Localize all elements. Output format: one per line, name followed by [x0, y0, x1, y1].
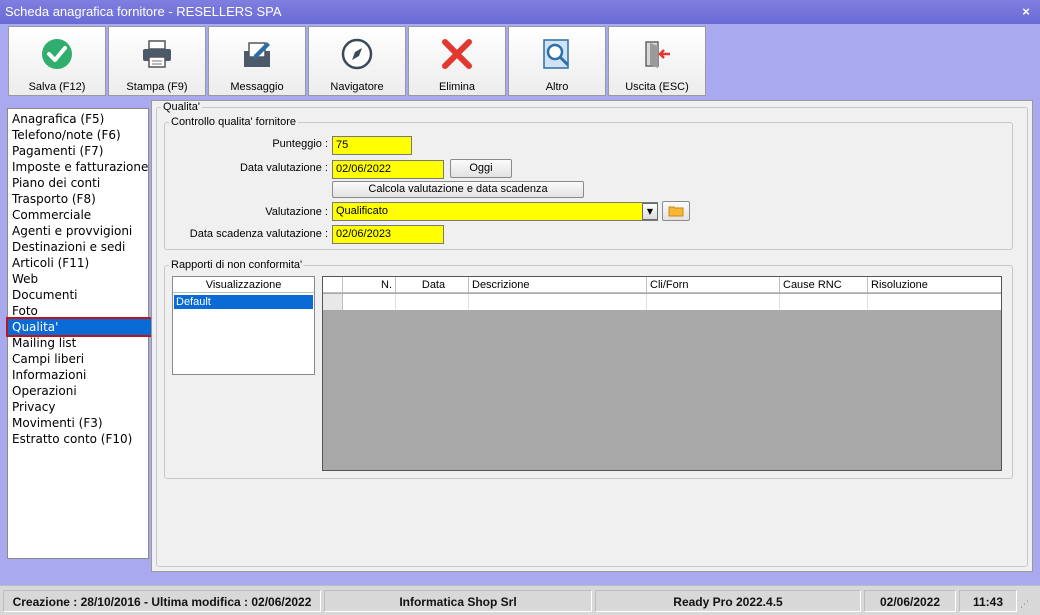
- today-button[interactable]: Oggi: [450, 159, 512, 178]
- message-icon: [236, 33, 278, 75]
- expiry-label: Data scadenza valutazione :: [189, 228, 328, 240]
- message-button[interactable]: Messaggio: [208, 26, 306, 96]
- close-icon[interactable]: ×: [1018, 4, 1034, 20]
- row-selector-cell[interactable]: [323, 294, 343, 310]
- status-time: 11:43: [959, 590, 1017, 612]
- delete-button[interactable]: Elimina: [408, 26, 506, 96]
- quality-group-title: Qualita': [163, 101, 200, 113]
- col-cli-forn[interactable]: Cli/Forn: [647, 277, 780, 293]
- resize-grip-icon[interactable]: ⋰: [1020, 598, 1034, 612]
- table-row[interactable]: [323, 294, 1001, 310]
- nonconformity-title: Rapporti di non conformita': [171, 259, 303, 271]
- nav-item-commerciale[interactable]: Commerciale: [8, 207, 148, 223]
- status-date: 02/06/2022: [864, 590, 956, 612]
- score-label: Punteggio :: [272, 138, 328, 150]
- nonconformity-grid[interactable]: N. Data Descrizione Cli/Forn Cause RNC R…: [322, 276, 1002, 471]
- navigator-label: Navigatore: [330, 81, 384, 93]
- nav-item-agenti[interactable]: Agenti e provvigioni: [8, 223, 148, 239]
- delete-label: Elimina: [438, 81, 476, 93]
- nav-item-articoli[interactable]: Articoli (F11): [8, 255, 148, 271]
- toolbar: Salva (F12) Stampa (F9) Messaggio Naviga…: [8, 26, 708, 96]
- print-button[interactable]: Stampa (F9): [108, 26, 206, 96]
- grid-header: N. Data Descrizione Cli/Forn Cause RNC R…: [323, 277, 1001, 293]
- nav-item-operazioni[interactable]: Operazioni: [8, 383, 148, 399]
- check-circle-icon: [36, 33, 78, 75]
- col-description[interactable]: Descrizione: [469, 277, 647, 293]
- nav-item-campi-liberi[interactable]: Campi liberi: [8, 351, 148, 367]
- nav-item-piano-conti[interactable]: Piano dei conti: [8, 175, 148, 191]
- grid-row-header-cell: [323, 277, 343, 293]
- nav-item-documenti[interactable]: Documenti: [8, 287, 148, 303]
- evaluation-label: Valutazione :: [265, 206, 328, 218]
- nav-item-informazioni[interactable]: Informazioni: [8, 367, 148, 383]
- score-input[interactable]: 75: [332, 136, 412, 155]
- nav-item-privacy[interactable]: Privacy: [8, 399, 148, 415]
- nav-item-pagamenti[interactable]: Pagamenti (F7): [8, 143, 148, 159]
- exit-label: Uscita (ESC): [625, 81, 689, 93]
- open-folder-button[interactable]: [662, 201, 690, 221]
- eval-date-label: Data valutazione :: [239, 162, 328, 174]
- nav-item-telefono-note[interactable]: Telefono/note (F6): [8, 127, 148, 143]
- window-titlebar: Scheda anagrafica fornitore - RESELLERS …: [0, 0, 1040, 24]
- status-created: Creazione : 28/10/2016 - Ultima modifica…: [3, 590, 321, 612]
- nav-item-destinazioni[interactable]: Destinazioni e sedi: [8, 239, 148, 255]
- exit-door-icon: [636, 33, 678, 75]
- col-date[interactable]: Data: [396, 277, 469, 293]
- quality-control-title: Controllo qualita' fornitore: [171, 116, 297, 128]
- main-panel: Qualita' Controllo qualita' fornitore Pu…: [151, 100, 1033, 572]
- print-label: Stampa (F9): [126, 81, 188, 93]
- save-button[interactable]: Salva (F12): [8, 26, 106, 96]
- nav-item-trasporto[interactable]: Trasporto (F8): [8, 191, 148, 207]
- message-label: Messaggio: [230, 81, 284, 93]
- eval-date-input[interactable]: 02/06/2022: [332, 160, 444, 179]
- nav-item-mailing-list[interactable]: Mailing list: [8, 335, 148, 351]
- printer-icon: [136, 33, 178, 75]
- views-list[interactable]: Visualizzazione Default: [172, 276, 315, 375]
- more-label: Altro: [545, 81, 569, 93]
- delete-x-icon: [436, 33, 478, 75]
- view-item-default[interactable]: Default: [174, 295, 313, 309]
- nav-item-imposte[interactable]: Imposte e fatturazione: [8, 159, 148, 175]
- col-cause-rnc[interactable]: Cause RNC: [780, 277, 868, 293]
- status-version: Ready Pro 2022.4.5: [595, 590, 861, 612]
- exit-button[interactable]: Uscita (ESC): [608, 26, 706, 96]
- save-label: Salva (F12): [28, 81, 86, 93]
- status-bar: Creazione : 28/10/2016 - Ultima modifica…: [0, 585, 1040, 615]
- views-header: Visualizzazione: [173, 277, 314, 293]
- evaluation-select[interactable]: Qualificato: [332, 202, 658, 221]
- more-button[interactable]: Altro: [508, 26, 606, 96]
- nav-item-movimenti[interactable]: Movimenti (F3): [8, 415, 148, 431]
- nav-item-foto[interactable]: Foto: [8, 303, 148, 319]
- section-nav: Anagrafica (F5) Telefono/note (F6) Pagam…: [6, 108, 153, 559]
- nav-item-anagrafica[interactable]: Anagrafica (F5): [8, 111, 148, 127]
- nav-item-web[interactable]: Web: [8, 271, 148, 287]
- nav-item-estratto-conto[interactable]: Estratto conto (F10): [8, 431, 148, 447]
- search-document-icon: [536, 33, 578, 75]
- folder-icon: [668, 206, 684, 217]
- chevron-down-icon[interactable]: ▼: [642, 203, 658, 220]
- calc-evaluation-button[interactable]: Calcola valutazione e data scadenza: [332, 181, 584, 198]
- nav-item-qualita[interactable]: Qualita': [6, 317, 153, 337]
- col-resolution[interactable]: Risoluzione: [868, 277, 1001, 293]
- compass-icon: [336, 33, 378, 75]
- status-company: Informatica Shop Srl: [324, 590, 592, 612]
- navigator-button[interactable]: Navigatore: [308, 26, 406, 96]
- window-title: Scheda anagrafica fornitore - RESELLERS …: [5, 4, 282, 19]
- col-number[interactable]: N.: [343, 277, 396, 293]
- expiry-input[interactable]: 02/06/2023: [332, 225, 444, 244]
